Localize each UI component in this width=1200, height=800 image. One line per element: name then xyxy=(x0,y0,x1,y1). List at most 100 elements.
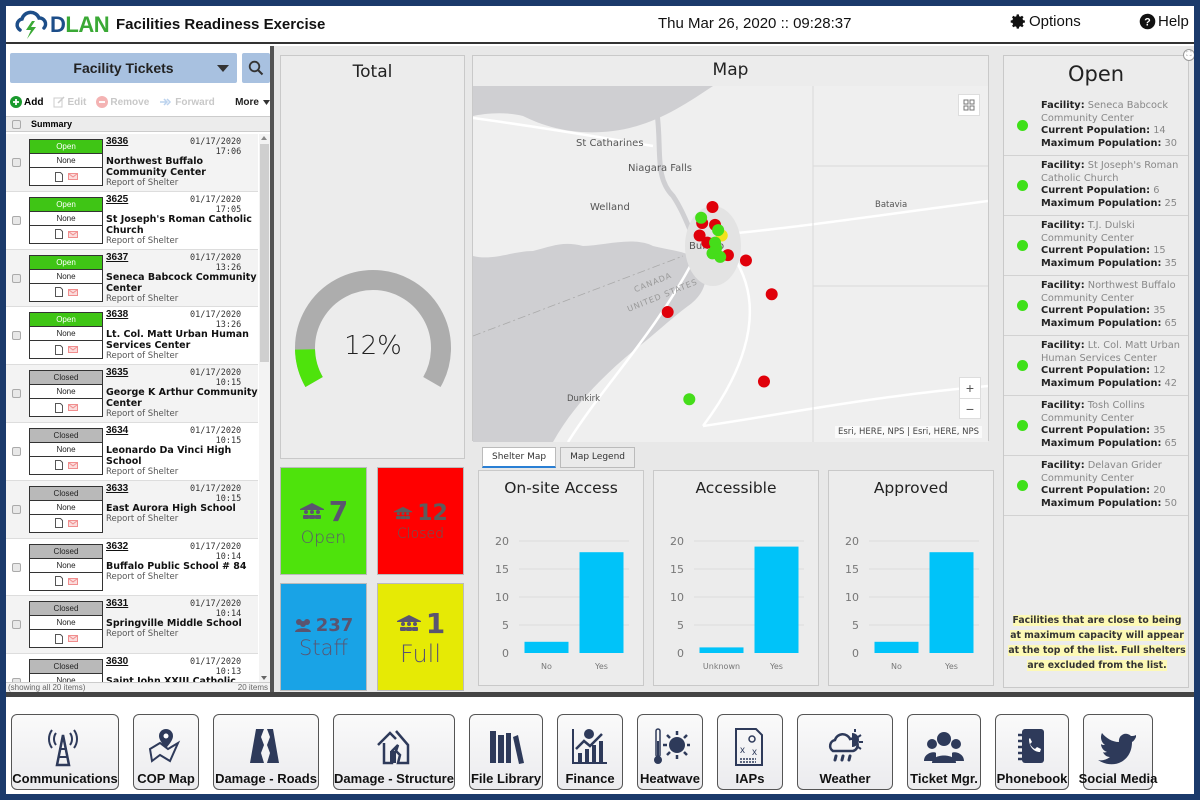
app-button-ticket-mgr[interactable]: Ticket Mgr. xyxy=(907,714,981,790)
add-button[interactable]: Add xyxy=(10,96,43,108)
row-checkbox[interactable] xyxy=(12,273,21,283)
envelope-icon[interactable] xyxy=(67,635,78,643)
bar-yes[interactable] xyxy=(579,552,624,653)
row-checkbox[interactable] xyxy=(12,158,21,167)
map-view[interactable]: St Catharines Niagara Falls Welland Bata… xyxy=(473,86,988,442)
row-checkbox[interactable] xyxy=(12,215,21,225)
envelope-icon[interactable] xyxy=(67,404,78,412)
app-button-weather[interactable]: Weather xyxy=(797,714,893,790)
app-button-file-library[interactable]: File Library xyxy=(469,714,543,790)
ticket-id-link[interactable]: 3637 xyxy=(106,252,128,263)
ticket-row[interactable]: Closed None 3632 01/17/2020 10:14 Buffalo Pub… xyxy=(6,538,258,597)
app-button-iaps[interactable]: x x IAPs xyxy=(717,714,783,790)
document-icon[interactable] xyxy=(54,171,63,182)
ticket-id-link[interactable]: 3638 xyxy=(106,309,128,320)
ticket-id-link[interactable]: 3634 xyxy=(106,425,128,436)
options-button[interactable]: Options xyxy=(1010,13,1081,30)
zoom-in-button[interactable]: + xyxy=(959,377,981,398)
open-facility-item[interactable]: Facility: Seneca Babcock Community Cente… xyxy=(1004,96,1188,156)
ticket-id-link[interactable]: 3633 xyxy=(106,483,128,494)
open-facility-item[interactable]: Facility: T.J. Dulski Community Center Cu… xyxy=(1004,216,1188,276)
row-checkbox[interactable] xyxy=(12,562,21,572)
app-button-communications[interactable]: Communications xyxy=(11,714,119,790)
ticket-id-link[interactable]: 3625 xyxy=(106,194,128,205)
ticket-row[interactable]: Open None 3625 01/17/2020 17:05 St Joseph's R… xyxy=(6,191,258,250)
bar-no[interactable] xyxy=(874,641,919,653)
ticket-row[interactable]: Closed None 3633 01/17/2020 10:15 East Aurora… xyxy=(6,480,258,539)
tab-map-legend[interactable]: Map Legend xyxy=(560,447,635,468)
scroll-up-icon[interactable] xyxy=(261,136,267,140)
envelope-icon[interactable] xyxy=(67,346,78,354)
row-checkbox[interactable] xyxy=(12,504,21,514)
open-facility-item[interactable]: Facility: Lt. Col. Matt Urban Human Serv… xyxy=(1004,336,1188,396)
ticket-row[interactable]: Closed None 3631 01/17/2020 10:14 Springville… xyxy=(6,596,258,655)
edit-button[interactable]: Edit xyxy=(53,96,86,108)
document-icon[interactable] xyxy=(54,518,63,529)
ticket-id-link[interactable]: 3631 xyxy=(106,598,128,609)
shelter-marker-closed[interactable] xyxy=(706,201,719,214)
document-icon[interactable] xyxy=(54,229,63,240)
document-icon[interactable] xyxy=(54,402,63,413)
ticket-row[interactable]: Closed None 3634 01/17/2020 10:15 Leonardo Da… xyxy=(6,422,258,481)
bar-yes[interactable] xyxy=(929,552,974,653)
zoom-out-button[interactable]: − xyxy=(959,398,981,419)
ticket-type-dropdown[interactable]: Facility Tickets xyxy=(10,53,237,83)
bar-no[interactable] xyxy=(524,641,569,653)
ticket-row[interactable]: Open None 3636 01/17/2020 17:06 Northwest Buf… xyxy=(6,134,258,192)
ticket-row[interactable]: Closed None 3635 01/17/2020 10:15 George K Ar… xyxy=(6,365,258,423)
basemap-gallery-button[interactable] xyxy=(958,94,980,116)
ticket-id-link[interactable]: 3636 xyxy=(106,136,128,147)
envelope-icon[interactable] xyxy=(67,230,78,238)
ticket-list-scrollbar[interactable] xyxy=(259,134,270,682)
scroll-down-icon[interactable] xyxy=(261,676,267,680)
remove-button[interactable]: Remove xyxy=(96,96,149,108)
row-checkbox[interactable] xyxy=(12,389,21,399)
open-facility-item[interactable]: Facility: Northwest Buffalo Community Ce… xyxy=(1004,276,1188,336)
app-button-cop-map[interactable]: COP Map xyxy=(133,714,199,790)
row-checkbox[interactable] xyxy=(12,620,21,630)
app-button-damage-roads[interactable]: Damage - Roads xyxy=(213,714,319,790)
shelter-marker-closed[interactable] xyxy=(739,254,752,267)
ticket-row[interactable]: Open None 3637 01/17/2020 13:26 Seneca Babcoc… xyxy=(6,249,258,308)
shelter-marker-closed[interactable] xyxy=(765,288,778,301)
shelter-marker-open[interactable] xyxy=(683,393,696,406)
document-icon[interactable] xyxy=(54,344,63,355)
help-button[interactable]: ? Help xyxy=(1139,13,1189,30)
row-checkbox[interactable] xyxy=(12,446,21,456)
more-menu[interactable]: More xyxy=(235,97,270,108)
envelope-icon[interactable] xyxy=(67,519,78,527)
expand-icon[interactable]: ⛶ xyxy=(1183,49,1194,61)
bar-yes[interactable] xyxy=(754,546,799,653)
envelope-icon[interactable] xyxy=(67,173,78,180)
app-button-finance[interactable]: Finance xyxy=(557,714,623,790)
shelter-marker-closed[interactable] xyxy=(757,375,770,388)
ticket-row[interactable]: Closed None 3630 01/17/2020 10:13 Saint John … xyxy=(6,654,258,682)
app-button-heatwave[interactable]: Heatwave xyxy=(637,714,703,790)
select-all-checkbox[interactable] xyxy=(12,119,21,129)
ticket-row[interactable]: Open None 3638 01/17/2020 13:26 Lt. Col. Matt… xyxy=(6,307,258,366)
bar-unknown[interactable] xyxy=(699,647,744,653)
document-icon[interactable] xyxy=(54,633,63,644)
document-icon[interactable] xyxy=(54,460,63,471)
shelter-marker-open[interactable] xyxy=(695,211,708,224)
open-facility-item[interactable]: Facility: St Joseph's Roman Catholic Chu… xyxy=(1004,156,1188,216)
forward-button[interactable]: Forward xyxy=(159,97,215,108)
ticket-id-link[interactable]: 3632 xyxy=(106,541,128,552)
app-button-social-media[interactable]: Social Media xyxy=(1079,714,1157,790)
tab-shelter-map[interactable]: Shelter Map xyxy=(482,447,557,468)
envelope-icon[interactable] xyxy=(67,288,78,296)
app-button-phonebook[interactable]: Phonebook xyxy=(995,714,1069,790)
document-icon[interactable] xyxy=(54,287,63,298)
envelope-icon[interactable] xyxy=(67,577,78,585)
open-facility-item[interactable]: Facility: Delavan Grider Community Cente… xyxy=(1004,456,1188,516)
shelter-marker-open[interactable] xyxy=(712,224,725,237)
scrollbar-thumb[interactable] xyxy=(260,144,269,362)
envelope-icon[interactable] xyxy=(67,461,78,469)
row-checkbox[interactable] xyxy=(12,331,21,341)
shelter-marker-closed[interactable] xyxy=(661,306,674,319)
search-button[interactable] xyxy=(242,53,270,83)
shelter-marker-open[interactable] xyxy=(710,241,723,254)
app-button-damage-structure[interactable]: Damage - Structure xyxy=(333,714,455,790)
ticket-id-link[interactable]: 3635 xyxy=(106,367,128,378)
open-facility-item[interactable]: Facility: Tosh Collins Community Center C… xyxy=(1004,396,1188,456)
